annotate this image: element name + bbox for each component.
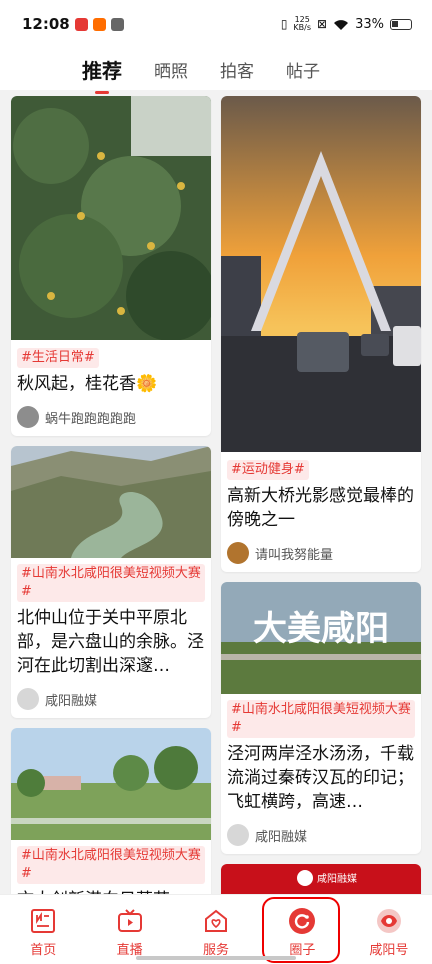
- author-name: 咸阳融媒: [255, 829, 308, 845]
- author-name: 请叫我努能量: [255, 547, 334, 563]
- nav-label: 首页: [30, 943, 57, 958]
- bridge-sunset-photo: [221, 96, 421, 452]
- battery-percent: 33%: [355, 16, 384, 32]
- daimei-xianyang-photo: 大美咸阳: [221, 582, 421, 694]
- tab-photos[interactable]: 晒照: [148, 57, 194, 82]
- status-time: 12:08: [22, 15, 70, 33]
- speed-unit: KB/s: [293, 23, 312, 32]
- feed-column-right: #运动健身# 高新大桥光影感觉最棒的傍晚之一 请叫我努能量 大美咸阳 #山南水北…: [221, 96, 421, 914]
- notification-icon: [110, 17, 124, 31]
- vibrate-icon: ▯: [280, 17, 288, 31]
- nav-live[interactable]: 直播: [86, 895, 172, 964]
- author-name: 蜗牛跑跑跑跑跑: [45, 411, 137, 427]
- tab-paike[interactable]: 拍客: [214, 57, 260, 82]
- feed-card[interactable]: #运动健身# 高新大桥光影感觉最棒的傍晚之一 请叫我努能量: [221, 96, 421, 572]
- author-name: 咸阳融媒: [45, 693, 98, 709]
- feed-card[interactable]: #山南水北咸阳很美短视频大赛# 文大创新港向日葵花: [11, 728, 211, 920]
- park-photo: [11, 728, 211, 840]
- tab-bar: 推荐 晒照 拍客 帖子: [0, 48, 432, 90]
- topic-tag[interactable]: #山南水北咸阳很美短视频大赛#: [17, 846, 205, 884]
- post-author[interactable]: 蜗牛跑跑跑跑跑: [17, 406, 205, 428]
- xianyang-icon: [376, 909, 401, 933]
- post-author[interactable]: 咸阳融媒: [17, 688, 205, 710]
- topic-tag[interactable]: #生活日常#: [17, 348, 99, 368]
- topic-tag[interactable]: #运动健身#: [227, 460, 309, 480]
- feed-card[interactable]: #山南水北咸阳很美短视频大赛# 北仲山位于关中平原北部，是六盘山的余脉。泾河在此…: [11, 446, 211, 718]
- avatar: [17, 406, 39, 428]
- nav-home[interactable]: 首页: [0, 895, 86, 964]
- service-icon: [205, 909, 228, 932]
- circle-icon: [289, 908, 316, 934]
- topic-tag[interactable]: #山南水北咸阳很美短视频大赛#: [17, 564, 205, 602]
- avatar: [227, 542, 249, 564]
- home-indicator[interactable]: [136, 956, 296, 960]
- nav-service[interactable]: 服务: [173, 895, 259, 964]
- status-bar: 12:08 ▯ 125 KB/s ⊠ 33%: [0, 0, 432, 48]
- image-caption: 咸阳融媒: [317, 873, 357, 885]
- feed-column-left: #生活日常# 秋风起，桂花香🌼 蜗牛跑跑跑跑跑 #山南水北咸阳很美短视频大赛# …: [11, 96, 211, 930]
- network-speed: 125 KB/s: [293, 16, 311, 32]
- nav-circle[interactable]: 圈子: [259, 895, 345, 964]
- bottom-nav: 首页 直播 服务 圈子 咸阳号: [0, 894, 432, 964]
- avatar: [227, 824, 249, 846]
- post-author[interactable]: 咸阳融媒: [227, 824, 415, 846]
- gorge-photo: [11, 446, 211, 558]
- notification-icon: [92, 17, 106, 31]
- sim-icon: ⊠: [317, 17, 328, 31]
- nav-xianyang[interactable]: 咸阳号: [346, 895, 432, 964]
- post-title: 高新大桥光影感觉最棒的傍晚之一: [227, 486, 414, 530]
- wifi-icon: [334, 19, 349, 30]
- tv-icon: [117, 909, 142, 932]
- nav-label: 咸阳号: [369, 943, 409, 958]
- news-icon: [31, 909, 56, 933]
- feed-card[interactable]: 大美咸阳 #山南水北咸阳很美短视频大赛# 泾河两岸泾水汤汤，千载流淌过秦砖汉瓦的…: [221, 582, 421, 854]
- post-title: 北仲山位于关中平原北部，是六盘山的余脉。泾河在此切割出深邃…: [17, 608, 204, 676]
- notification-icon: [74, 17, 88, 31]
- post-title: 秋风起，桂花香🌼: [17, 374, 158, 394]
- avatar: [17, 688, 39, 710]
- battery-icon: [390, 18, 412, 30]
- osmanthus-photo: [11, 96, 211, 340]
- image-caption: 大美咸阳: [253, 609, 389, 649]
- topic-tag[interactable]: #山南水北咸阳很美短视频大赛#: [227, 700, 415, 738]
- tab-posts[interactable]: 帖子: [280, 57, 326, 82]
- post-author[interactable]: 请叫我努能量: [227, 542, 415, 564]
- feed-card[interactable]: #生活日常# 秋风起，桂花香🌼 蜗牛跑跑跑跑跑: [11, 96, 211, 436]
- post-title: 泾河两岸泾水汤汤，千载流淌过秦砖汉瓦的印记；飞虹横跨，高速…: [227, 744, 414, 812]
- tab-recommend[interactable]: 推荐: [76, 55, 128, 84]
